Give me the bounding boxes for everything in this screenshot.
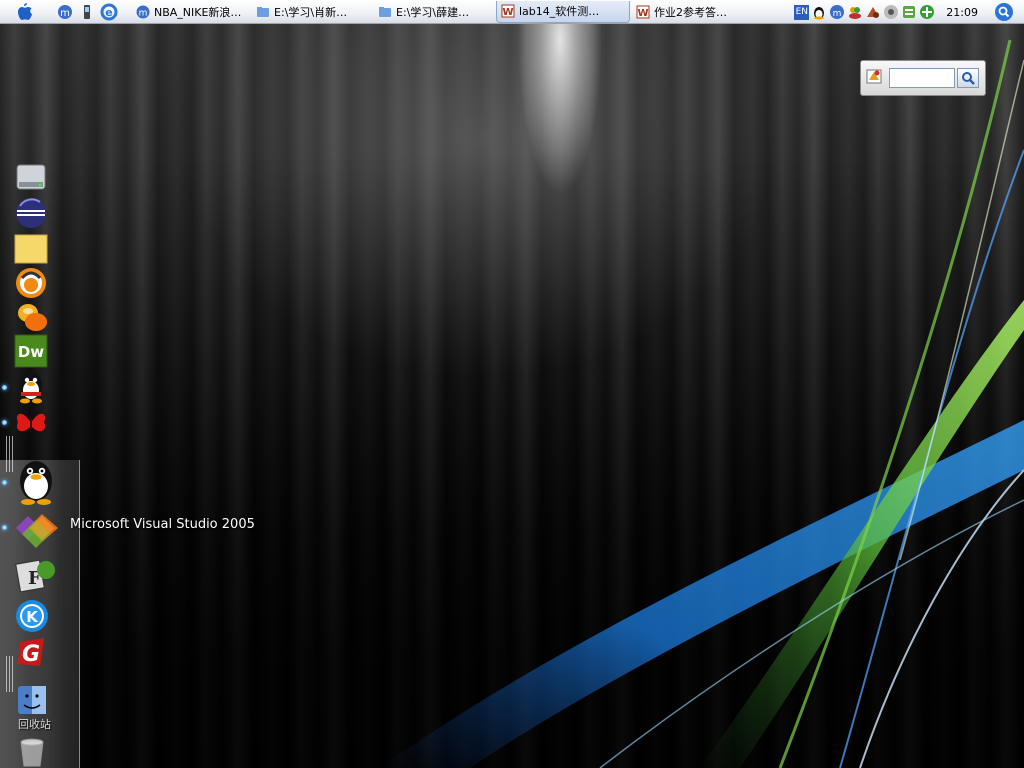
svg-text:K: K [26,608,39,626]
folder-icon[interactable] [14,232,48,266]
language-indicator[interactable]: EN [794,4,810,20]
dock-edge-marker [6,656,14,692]
finder-icon[interactable] [16,684,48,716]
ie-quicklaunch-icon[interactable]: e [100,3,118,21]
svg-text:Dw: Dw [18,343,44,361]
taskbar-item-folder-xiao[interactable]: E:\学习\肖新… [252,1,372,23]
svg-text:m: m [139,8,148,18]
folder-icon [379,6,391,17]
network-tray-icon[interactable] [901,4,917,20]
update-tray-icon[interactable] [919,4,935,20]
visual-studio-icon[interactable] [12,506,62,550]
taskbar-item-folder-xue[interactable]: E:\学习\薛建… [374,1,494,23]
maxthon-quicklaunch-icon[interactable]: m [56,3,74,21]
qq-penguin-large-icon[interactable] [12,456,60,506]
kugou-icon[interactable]: K [14,598,50,634]
system-tray: EN m 21:09 [793,0,1024,24]
qq-penguin-icon[interactable] [14,368,48,404]
taskbar-item-nba[interactable]: m NBA_NIKE新浪… [132,1,250,23]
messenger-icon[interactable] [14,300,48,334]
wallpaper-light-streaks [380,39,1024,768]
taskbar-item-label: E:\学习\薛建… [396,5,470,19]
hard-drive-icon[interactable] [14,160,48,194]
desktop-search-widget [860,60,986,96]
taskbar-item-homework2[interactable]: W 作业2参考答… [632,1,752,23]
flash-icon[interactable]: F [14,556,58,596]
svg-text:W: W [637,8,648,19]
svg-text:e: e [105,6,112,19]
taskbar-item-lab14[interactable]: W lab14_软件测… [496,0,630,23]
dock-edge-marker [6,436,14,472]
phone-quicklaunch-icon[interactable] [78,3,96,21]
maxthon-tray-icon[interactable]: m [829,4,845,20]
dock-hover-label: Microsoft Visual Studio 2005 [70,517,255,532]
running-indicator [2,525,7,530]
trash-icon[interactable] [16,736,48,768]
svg-text:W: W [502,7,513,18]
qq-tray-icon[interactable] [811,4,827,20]
search-input[interactable] [889,68,955,88]
taskbar-item-label: 作业2参考答… [654,5,727,19]
search-button[interactable] [957,68,979,88]
red-g-icon[interactable]: G [14,634,50,670]
taskbar-item-label: E:\学习\肖新… [274,5,348,19]
word-document-icon: W [636,5,650,19]
trash-label: 回收站 [18,718,51,731]
eclipse-icon[interactable] [14,196,48,230]
application-dock: Dw F K G [0,0,90,768]
word-document-icon: W [501,4,515,18]
messenger-tray-icon[interactable] [847,4,863,20]
dreamweaver-icon[interactable]: Dw [14,334,48,368]
butterfly-icon[interactable] [14,406,48,440]
taskbar-item-label: lab14_软件测… [519,5,600,18]
svg-text:G: G [22,642,40,667]
running-indicator [2,480,7,485]
clock[interactable]: 21:09 [946,6,978,19]
maxthon-icon: m [136,5,150,18]
music-tray-icon[interactable] [865,4,881,20]
taskbar-item-label: NBA_NIKE新浪… [154,5,242,19]
search-engine-icon[interactable] [865,66,885,90]
svg-text:m: m [833,9,842,19]
spotlight-search-icon[interactable] [994,2,1014,22]
media-player-icon[interactable] [14,266,48,300]
desktop-wallpaper [0,0,1024,768]
speaker-tray-icon[interactable] [883,4,899,20]
search-icon [962,72,975,85]
svg-text:m: m [60,8,70,19]
apple-menu-icon[interactable] [16,2,34,21]
top-menu-bar: m e m NBA_NIKE新浪… E:\学习\肖新… E:\学习\薛建… W … [0,0,1024,24]
running-indicator [2,385,7,390]
running-indicator [2,420,7,425]
folder-icon [257,6,269,17]
